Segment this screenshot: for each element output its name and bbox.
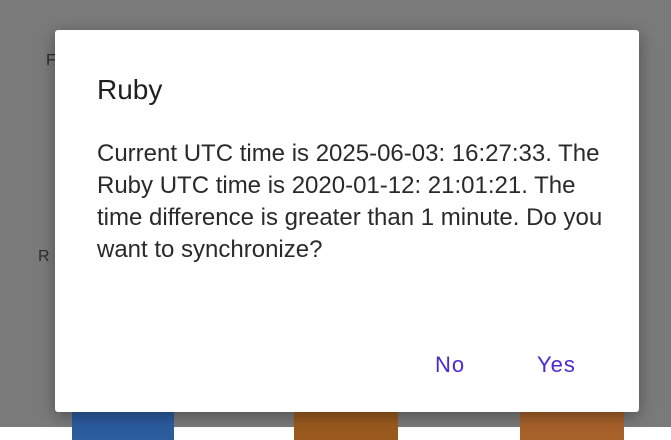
background-tile xyxy=(72,410,174,440)
dialog-message: Current UTC time is 2025-06-03: 16:27:33… xyxy=(97,140,603,263)
yes-button[interactable]: Yes xyxy=(537,352,576,378)
sync-dialog: Ruby Current UTC time is 2025-06-03: 16:… xyxy=(55,30,639,412)
no-button[interactable]: No xyxy=(435,352,465,378)
dialog-title: Ruby xyxy=(97,74,163,105)
background-tile xyxy=(520,410,624,440)
background-tile xyxy=(294,410,398,440)
background-label-fragment: R xyxy=(38,248,50,265)
